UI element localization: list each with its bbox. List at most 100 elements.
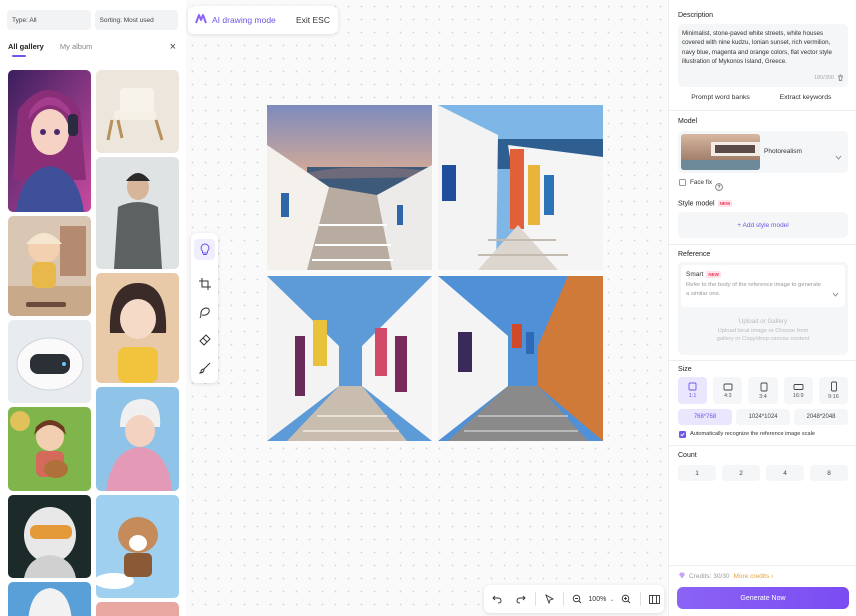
count-4-button[interactable]: 4 [766,465,804,481]
upload-hint-2: gallery or Copy/drop canvas content [716,336,810,342]
extract-keywords-button[interactable]: Extract keywords [763,94,848,101]
auto-recognize-label: Automatically recognize the reference im… [690,431,815,437]
zoom-in-icon[interactable] [616,589,634,609]
count-8-button[interactable]: 8 [810,465,848,481]
credits-row: Credits: 30/30 More credits › [678,572,773,581]
smart-label-row: Smart NEW [686,271,840,278]
section-divider [669,110,856,111]
type-filter-select[interactable]: Type: All [7,10,91,30]
chevron-down-icon [835,147,842,165]
resolution-1024-button[interactable]: 1024*1024 [736,409,790,425]
gallery-thumb-space-helmet[interactable] [8,495,91,578]
crop-icon[interactable] [194,273,215,294]
close-icon[interactable]: × [170,41,176,53]
ratio-9-16-button[interactable]: 9:16 [818,377,849,404]
generated-image-4[interactable] [438,276,603,441]
section-divider [669,360,856,361]
description-count: 180/300 [814,74,834,81]
description-textarea[interactable]: Minimalist, stone-paved white streets, w… [678,24,848,87]
square-ratio-icon [688,382,697,391]
generated-image-1[interactable] [267,105,432,270]
count-1-button[interactable]: 1 [678,465,716,481]
ratio-4-3-button[interactable]: 4:3 [713,377,743,404]
ratio-label: 1:1 [688,393,697,399]
zoom-out-icon[interactable] [568,589,586,609]
zoom-chevron-icon[interactable]: ⌄ [609,596,614,603]
lasso-icon[interactable] [194,301,215,322]
gallery-thumb-partial[interactable] [96,602,179,616]
generated-image-2[interactable] [438,105,603,270]
ratio-label: 9:16 [828,394,839,400]
description-label: Description [678,12,714,19]
prompt-tools: Prompt word banks Extract keywords [678,94,848,101]
gallery-thumb-armchair[interactable] [96,70,179,153]
pointer-icon[interactable] [541,589,559,609]
model-select[interactable]: Photorealism [678,131,848,173]
redo-icon[interactable] [511,589,529,609]
eraser-icon[interactable] [194,329,215,350]
new-badge: NEW [706,271,721,278]
upload-title: Upload or Gallery [738,318,788,325]
sorting-filter-select[interactable]: Sorting: Most used [94,10,178,30]
check-icon [680,432,685,437]
exit-mode-button[interactable]: Exit ESC [296,15,330,25]
generated-results-grid [267,105,603,441]
count-2-button[interactable]: 2 [722,465,760,481]
zoom-divider [534,592,536,606]
description-text: Minimalist, stone-paved white streets, w… [682,30,832,65]
resolution-2048-button[interactable]: 2048*2048 [794,409,848,425]
landscape-ratio-icon [723,383,733,391]
gallery-tabs: All gallery My album × [8,41,178,60]
reference-mode-select[interactable]: Smart NEW Refer to the body of the refere… [681,265,845,307]
resolution-options: 768*768 1024*1024 2048*2048 [678,409,848,425]
minimap-icon[interactable] [646,589,664,609]
model-label: Model [678,118,698,125]
gallery-thumb-bob-hair-girl[interactable] [96,273,179,383]
auto-recognize-checkbox[interactable] [679,431,686,438]
gallery-thumb-cap-kid[interactable] [8,582,91,616]
model-thumbnail [681,134,760,170]
prompt-word-banks-button[interactable]: Prompt word banks [678,94,763,101]
gallery-thumb-guitar-girl[interactable] [8,407,91,491]
gallery-thumb-skater-kid[interactable] [8,216,91,316]
face-fix-checkbox[interactable] [679,179,686,186]
tab-all-gallery[interactable]: All gallery [8,42,44,57]
reference-upload-area[interactable]: Upload or Gallery Upload local image or … [678,318,848,344]
face-fix-label: Face fix [690,179,713,186]
section-divider [669,445,856,446]
brush-icon[interactable] [194,357,215,378]
generated-image-3[interactable] [267,276,432,441]
gem-icon [678,572,686,581]
model-name: Photorealism [764,148,802,155]
credits-value: Credits: 30/30 [689,573,730,580]
trash-icon[interactable] [837,74,844,84]
ratio-3-4-button[interactable]: 3:4 [748,377,778,404]
resolution-768-button[interactable]: 768*768 [678,409,732,425]
gallery-thumb-flying-dog[interactable] [96,495,179,598]
gallery-thumb-jacket-man[interactable] [96,157,179,269]
tool-palette [191,233,218,383]
zoom-level[interactable]: 100% [588,596,606,603]
zoom-divider [639,592,641,606]
tall-ratio-icon [830,381,837,392]
drawing-canvas[interactable]: AI drawing mode Exit ESC 100% ⌄ [186,0,668,616]
ratio-label: 16:9 [792,393,804,399]
section-divider [669,565,856,566]
mode-label: AI drawing mode [212,15,276,25]
section-divider [669,244,856,245]
reference-label: Reference [678,251,711,258]
more-credits-link[interactable]: More credits › [733,573,773,580]
generate-now-button[interactable]: Generate Now [677,587,849,609]
help-icon[interactable] [715,178,723,196]
idea-bulb-icon[interactable] [194,239,215,260]
chevron-down-icon [832,284,839,302]
undo-icon[interactable] [488,589,506,609]
gallery-thumb-anime-girl[interactable] [8,70,91,212]
ratio-1-1-button[interactable]: 1:1 [678,377,708,404]
tab-my-album[interactable]: My album [60,42,93,51]
gallery-thumb-robot-helmet[interactable] [8,320,91,403]
zoom-divider [563,592,565,606]
gallery-thumb-pink-hoodie[interactable] [96,387,179,491]
ratio-16-9-button[interactable]: 16:9 [783,377,813,404]
add-style-model-button[interactable]: + Add style model [678,212,848,238]
